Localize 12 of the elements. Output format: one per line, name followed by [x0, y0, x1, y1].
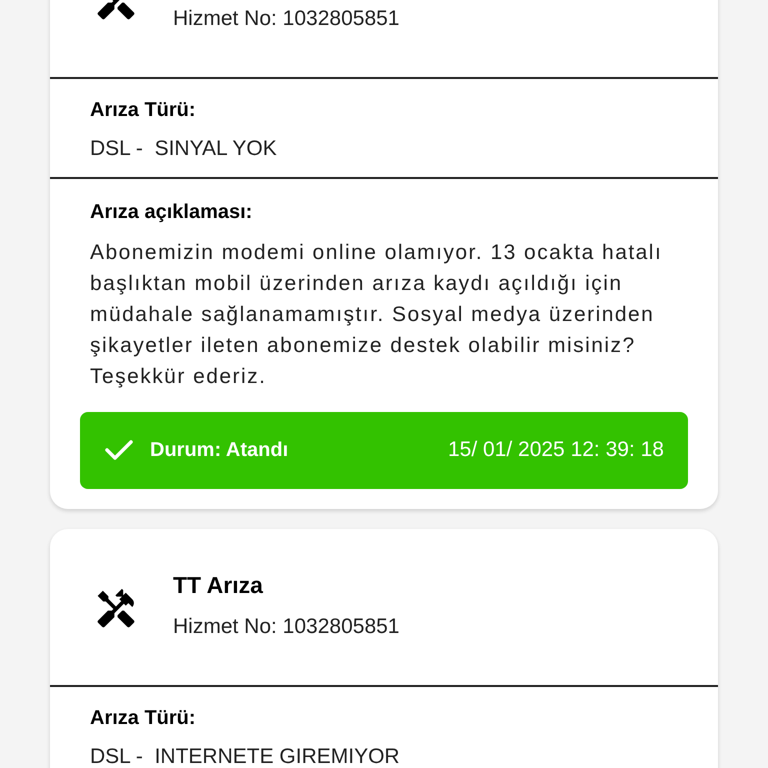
field-label: Arıza Türü:	[90, 98, 197, 123]
field-label: Arıza Türü:	[90, 706, 197, 730]
field-label: Arıza açıklaması:	[90, 200, 254, 224]
service-number: Hizmet No: 1032805851	[173, 6, 400, 32]
status-label: Durum: Atandı	[150, 438, 288, 463]
field-value: DSL - INTERNETE GIREMIYOR	[90, 744, 401, 768]
description-text: Abonemizin modemi online olamıyor. 13 ocakta hatalı başlıktan mobil üzerinden arıza kaydı açıldığı için müdahale sağlanamamıştır. Sosyal medya üzerinden şikayetler ileten abonemize destek olabilir misiniz? Teşekkür ederiz.	[90, 240, 664, 390]
service-number: Hizmet No: 1032805851	[173, 614, 400, 640]
card-title: TT Arıza	[173, 571, 263, 600]
check-icon	[104, 438, 134, 462]
field-value: DSL - SINYAL YOK	[90, 136, 278, 162]
status-timestamp: 15/ 01/ 2025 12: 39: 18	[448, 437, 664, 464]
